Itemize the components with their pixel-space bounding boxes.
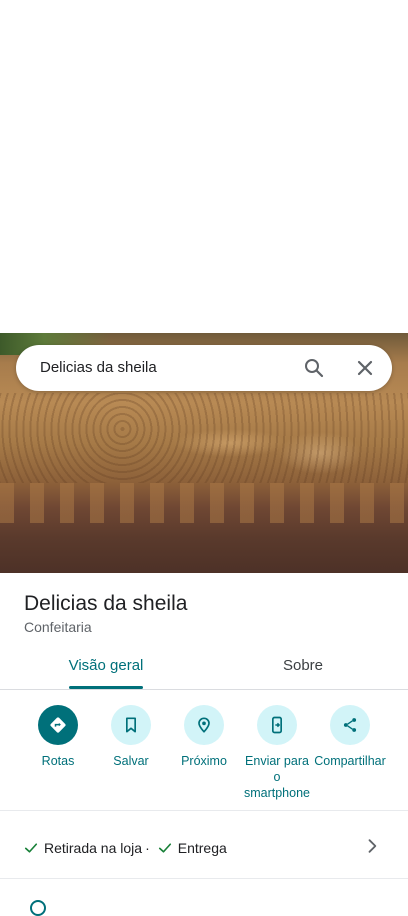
photo-texture <box>0 393 408 483</box>
place-title: Delicias da sheila <box>24 592 188 615</box>
next-section-icon <box>30 900 46 916</box>
nearby-button[interactable]: Próximo <box>167 705 241 769</box>
send-to-phone-label: Enviar para o smartphone <box>243 754 310 800</box>
photo-caramel-layer <box>0 483 408 523</box>
service-options[interactable]: Retirada na loja · Entrega <box>22 839 227 857</box>
search-bar[interactable]: Delicias da sheila <box>16 345 392 391</box>
send-to-phone-icon <box>257 705 297 745</box>
share-icon <box>330 705 370 745</box>
tabs-divider <box>0 689 408 690</box>
tab-overview[interactable]: Visão geral <box>60 657 152 674</box>
service-separator: · <box>145 840 150 856</box>
pickup-option: Retirada na loja <box>44 840 143 856</box>
directions-button[interactable]: Rotas <box>21 705 95 769</box>
save-button[interactable]: Salvar <box>94 705 168 769</box>
save-label: Salvar <box>113 754 149 768</box>
place-category[interactable]: Confeitaria <box>24 619 92 635</box>
send-to-phone-button[interactable]: Enviar para o smartphone <box>240 705 314 801</box>
close-icon[interactable] <box>353 356 377 380</box>
bookmark-icon <box>111 705 151 745</box>
directions-label: Rotas <box>41 754 75 768</box>
check-icon <box>156 839 174 857</box>
share-button[interactable]: Compartilhar <box>313 705 387 769</box>
search-query[interactable]: Delicias da sheila <box>40 359 157 376</box>
search-icon[interactable] <box>302 356 326 380</box>
delivery-option: Entrega <box>177 840 227 856</box>
nearby-label: Próximo <box>181 754 227 768</box>
section-divider <box>0 878 408 879</box>
nearby-icon <box>184 705 224 745</box>
tab-about[interactable]: Sobre <box>258 657 348 674</box>
directions-icon <box>38 705 78 745</box>
share-label: Compartilhar <box>314 754 386 768</box>
check-icon <box>22 839 40 857</box>
section-divider <box>0 810 408 811</box>
chevron-right-icon[interactable] <box>362 836 382 856</box>
